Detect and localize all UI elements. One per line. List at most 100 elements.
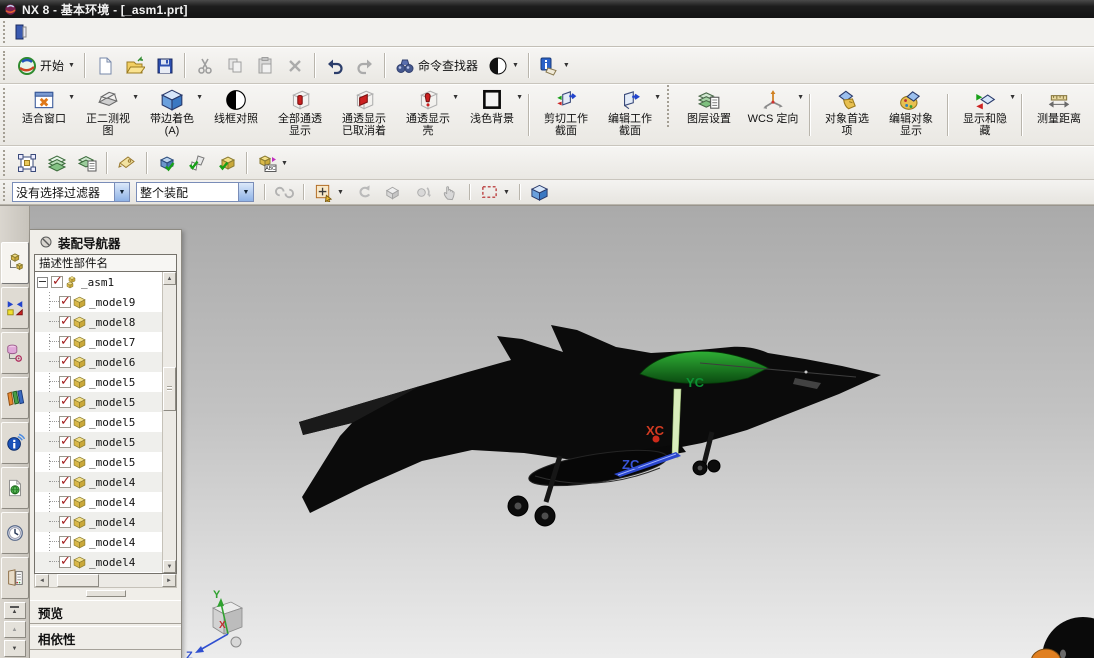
toolbar-button[interactable]: ▼ 带边着色(A) [140, 85, 204, 145]
scrollbar-track[interactable] [49, 574, 162, 587]
toolbar-button[interactable]: ▼ [475, 180, 515, 205]
toolbar-button[interactable] [212, 150, 242, 176]
chevron-down-icon[interactable]: ▼ [797, 94, 804, 101]
toolbar-button[interactable]: 编辑对象显示 [879, 85, 943, 145]
toolbar-button[interactable]: 全部通透显示 [268, 85, 332, 145]
chevron-down-icon[interactable]: ▼ [563, 62, 570, 69]
checkbox-checked-icon[interactable] [59, 556, 71, 568]
menu-item[interactable] [172, 28, 192, 36]
toolbar-button[interactable]: ▼ 通透显示壳 [396, 85, 460, 145]
chevron-down-icon[interactable]: ▼ [512, 62, 519, 69]
scrollbar-thumb[interactable] [163, 367, 176, 411]
selection-scope-combo[interactable]: 整个装配 ▼ [136, 182, 254, 202]
chevron-down-icon[interactable]: ▼ [238, 183, 253, 201]
chevron-down-icon[interactable]: ▼ [281, 160, 288, 167]
tree-row[interactable]: _model6 [35, 352, 176, 372]
scroll-right-arrow[interactable]: ► [162, 574, 176, 587]
toolbar-button[interactable] [120, 53, 150, 79]
chevron-down-icon[interactable]: ▼ [654, 94, 661, 101]
chevron-down-icon[interactable]: ▼ [1009, 94, 1016, 101]
checkbox-checked-icon[interactable] [59, 456, 71, 468]
resource-tab[interactable] [1, 332, 29, 374]
toolbar-button[interactable] [152, 150, 182, 176]
toolbar-button[interactable] [190, 53, 220, 79]
resource-tab[interactable] [1, 287, 29, 329]
toolbar-button[interactable]: 对象首选项 [815, 85, 879, 145]
toolbar-button[interactable]: ▼ [309, 180, 349, 205]
checkbox-checked-icon[interactable] [59, 356, 71, 368]
toolbar-button[interactable] [182, 150, 212, 176]
tree-row[interactable]: _model5 [35, 372, 176, 392]
column-header[interactable]: 描述性部件名 [34, 254, 177, 272]
resource-tab[interactable] [1, 557, 29, 599]
selection-filter-combo[interactable]: 没有选择过滤器 ▼ [12, 182, 130, 202]
tree-row[interactable]: _model9 [35, 292, 176, 312]
resource-tab[interactable] [1, 467, 29, 509]
tree-row[interactable]: _model4 [35, 472, 176, 492]
tree-row[interactable]: _model5 [35, 432, 176, 452]
checkbox-checked-icon[interactable] [59, 296, 71, 308]
tree-row[interactable]: _model8 [35, 312, 176, 332]
menu-item[interactable] [232, 28, 252, 36]
navigator-pin-icon[interactable] [40, 236, 52, 248]
vertical-scrollbar[interactable]: ▲ ▼ [162, 272, 176, 573]
chevron-down-icon[interactable]: ▼ [132, 94, 139, 101]
resource-tab[interactable] [1, 422, 29, 464]
chevron-down-icon[interactable]: ▼ [337, 189, 344, 196]
aircraft-model[interactable] [299, 325, 881, 526]
tree-row[interactable]: _model4 [35, 532, 176, 552]
menu-item[interactable] [252, 28, 272, 36]
chevron-down-icon[interactable]: ▼ [503, 189, 510, 196]
toolbar-button[interactable] [90, 53, 120, 79]
toolbar-button[interactable] [150, 53, 180, 79]
chevron-down-icon[interactable]: ▼ [114, 183, 129, 201]
menu-item[interactable] [192, 28, 212, 36]
toolbar-button[interactable] [350, 53, 380, 79]
menu-item[interactable] [212, 28, 232, 36]
toolbar-button[interactable] [349, 180, 378, 205]
dependencies-section-header[interactable]: 相依性 [30, 626, 181, 650]
toolbar-button[interactable]: ▼ [483, 53, 524, 79]
resource-tab[interactable] [1, 377, 29, 419]
toolbar-button[interactable] [270, 180, 299, 205]
toolbar-button[interactable]: 剪切工作截面 [534, 85, 598, 145]
tree-row[interactable]: _model5 [35, 452, 176, 472]
scroll-up-button[interactable]: ▲ [4, 621, 26, 638]
toolbar-button[interactable] [220, 53, 250, 79]
toolbar-button[interactable] [320, 53, 350, 79]
checkbox-checked-icon[interactable] [59, 476, 71, 488]
scroll-down-arrow[interactable]: ▼ [163, 560, 176, 573]
scroll-top-button[interactable]: ▲ [4, 602, 26, 619]
scroll-down-button[interactable]: ▼ [4, 640, 26, 657]
toolbar-button[interactable]: ▼ 正二测视图 [76, 85, 140, 145]
toolbar-button[interactable]: 开始 ▼ [12, 53, 80, 79]
scrollbar-thumb[interactable] [57, 574, 99, 587]
panel-splitter[interactable] [30, 588, 181, 598]
checkbox-checked-icon[interactable] [59, 436, 71, 448]
menu-item[interactable] [112, 28, 132, 36]
toolbar-button[interactable] [250, 53, 280, 79]
toolbar-button[interactable] [280, 53, 310, 79]
checkbox-checked-icon[interactable] [59, 516, 71, 528]
checkbox-checked-icon[interactable] [59, 396, 71, 408]
resource-tab[interactable] [1, 512, 29, 554]
horizontal-scrollbar[interactable]: ◄ ► [34, 574, 177, 588]
checkbox-checked-icon[interactable] [59, 336, 71, 348]
menu-item[interactable] [52, 28, 72, 36]
toolbar-button[interactable] [112, 150, 142, 176]
tree-row[interactable]: _model4 [35, 492, 176, 512]
splitter-grip[interactable] [86, 590, 126, 597]
toolbar-button[interactable] [72, 150, 102, 176]
toolbar-button[interactable] [525, 180, 554, 205]
toolbar-button[interactable]: ▼ WCS 定向 [741, 85, 805, 145]
toolbar-button[interactable]: ▼ 编辑工作截面 [598, 85, 662, 145]
toolbar-button[interactable]: ▼ [534, 53, 575, 79]
tree-row[interactable]: _model4 [35, 552, 176, 572]
toolbar-button[interactable]: 线框对照 [204, 85, 268, 145]
checkbox-checked-icon[interactable] [59, 416, 71, 428]
toolbar-button[interactable]: 命令查找器 [390, 53, 483, 79]
checkbox-checked-icon[interactable] [59, 316, 71, 328]
chevron-down-icon[interactable]: ▼ [68, 94, 75, 101]
tree-row[interactable]: _model5 [35, 392, 176, 412]
toolbar-button[interactable]: ▼ 浅色背景 [460, 85, 524, 145]
